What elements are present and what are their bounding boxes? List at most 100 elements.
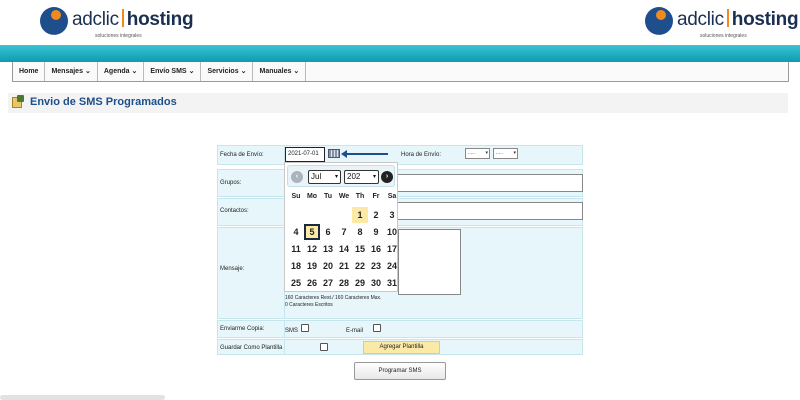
calendar-day[interactable]: 10 (384, 224, 400, 240)
plantilla-row: Guardar Como Plantilla Agregar Plantilla (217, 339, 583, 355)
grupos-label: Grupos: (220, 180, 242, 186)
grupos-input[interactable] (383, 174, 583, 192)
calendar-day[interactable]: 12 (304, 241, 320, 257)
year-select[interactable]: 202 ▾ (344, 170, 379, 184)
logo-mark-icon (40, 7, 68, 35)
page-title-bar: Envio de SMS Programados (8, 93, 788, 113)
month-select[interactable]: Jul ▾ (308, 170, 341, 184)
schedule-sms-button[interactable]: Programar SMS (354, 362, 446, 380)
chevron-down-icon: ▾ (513, 150, 516, 156)
chevron-down-icon: ⌄ (84, 68, 91, 75)
nav-item-servicios[interactable]: Servicios ⌄ (201, 62, 254, 81)
calendar-day[interactable]: 30 (368, 275, 384, 291)
calendar-day[interactable]: 28 (336, 275, 352, 291)
calendar-day[interactable]: 3 (384, 207, 400, 223)
next-month-icon[interactable]: › (381, 171, 393, 183)
calendar-day[interactable]: 31 (384, 275, 400, 291)
calendar-day[interactable]: 13 (320, 241, 336, 257)
logo-tagline: soluciones integrales (95, 33, 142, 39)
calendar-day[interactable]: 21 (336, 258, 352, 274)
copia-row: Enviarme Copia: SMS E-mail (217, 320, 583, 338)
calendar-day[interactable]: 17 (384, 241, 400, 257)
weekday-header: Sa (387, 193, 397, 200)
contactos-label: Contactos: (220, 208, 249, 214)
horizontal-scrollbar[interactable] (0, 395, 165, 400)
calendar-day[interactable]: 27 (320, 275, 336, 291)
calendar-day[interactable]: 29 (352, 275, 368, 291)
nav-item-env-o-sms[interactable]: Envío SMS ⌄ (144, 62, 202, 81)
weekday-header: Su (291, 193, 301, 200)
nav-item-mensajes[interactable]: Mensajes ⌄ (45, 62, 98, 81)
logo-wordmark: adclic hosting (72, 9, 194, 30)
hora-minute-select[interactable]: ..... ▾ (493, 148, 518, 159)
calendar-day[interactable]: 23 (368, 258, 384, 274)
calendar-day[interactable]: 4 (288, 224, 304, 240)
characters-written: 0 Caracteres Escritos (285, 302, 333, 308)
contactos-input[interactable] (383, 202, 583, 220)
save-template-checkbox[interactable] (320, 343, 328, 351)
calendar-day[interactable]: 9 (368, 224, 384, 240)
email-copy-checkbox[interactable] (373, 324, 381, 332)
calendar-day[interactable]: 11 (288, 241, 304, 257)
email-label: E-mail (346, 328, 364, 334)
nav-item-agenda[interactable]: Agenda ⌄ (98, 62, 145, 81)
logo-wordmark: adclic hosting (677, 9, 799, 30)
sms-copy-checkbox[interactable] (301, 324, 309, 332)
previous-month-icon[interactable]: ‹ (291, 171, 303, 183)
mensaje-label: Mensaje: (220, 266, 245, 272)
mensaje-textarea[interactable] (398, 229, 461, 295)
calendar-day[interactable]: 26 (304, 275, 320, 291)
calendar-day[interactable]: 2 (368, 207, 384, 223)
weekday-header: Th (355, 193, 365, 200)
calendar-day[interactable]: 1 (352, 207, 368, 223)
chevron-down-icon: ⌄ (293, 68, 300, 75)
calendar-day[interactable]: 24 (384, 258, 400, 274)
characters-remaining: 160 Caracteres Rest./ 160 Caracteres Max… (285, 295, 382, 301)
site-header: adclic hosting soluciones integrales adcl… (0, 0, 800, 45)
date-picker-header: ‹ Jul ▾ 202 ▾ › (287, 165, 395, 187)
chevron-down-icon: ⌄ (188, 68, 195, 75)
sms-document-icon (12, 95, 25, 108)
calendar-day[interactable]: 20 (320, 258, 336, 274)
fecha-label: Fecha de Envío: (220, 152, 264, 158)
calendar-day[interactable]: 6 (320, 224, 336, 240)
grupos-row: Grupos: (217, 169, 583, 197)
sms-schedule-form: Fecha de Envío: 2021-07-01 Hora de Envío… (217, 145, 583, 355)
hora-label: Hora de Envío: (401, 152, 442, 158)
chevron-down-icon: ▾ (485, 150, 488, 156)
nav-item-manuales[interactable]: Manuales ⌄ (253, 62, 307, 81)
nav-item-home[interactable]: Home (13, 62, 46, 81)
calendar-day[interactable]: 25 (288, 275, 304, 291)
calendar-day[interactable]: 22 (352, 258, 368, 274)
sms-label: SMS (285, 328, 299, 334)
hora-hour-select[interactable]: ..... ▾ (465, 148, 490, 159)
calendar-day[interactable]: 18 (288, 258, 304, 274)
add-template-button[interactable]: Agregar Plantilla (363, 341, 440, 354)
weekday-header: Mo (306, 193, 318, 200)
calendar-day[interactable]: 15 (352, 241, 368, 257)
plantilla-label: Guardar Como Plantilla (220, 345, 283, 351)
calendar-day[interactable]: 5 (304, 224, 320, 240)
fecha-row: Fecha de Envío: 2021-07-01 Hora de Envío… (217, 145, 583, 165)
chevron-down-icon: ▾ (334, 174, 338, 180)
main-nav: Home Mensajes ⌄ Agenda ⌄ Envío SMS ⌄ Servicios ⌄… (12, 62, 789, 82)
header-band (0, 45, 800, 62)
calendar-day[interactable]: 8 (352, 224, 368, 240)
date-picker-popup: ‹ Jul ▾ 202 ▾ › Su Mo Tu We Th Fr Sa 1 2 3 4 5 6 7 8 9 10 1… (284, 162, 398, 292)
chevron-down-icon: ⌄ (240, 68, 247, 75)
calendar-day[interactable]: 14 (336, 241, 352, 257)
mensaje-row: Mensaje: 160 Caracteres Rest./ 160 Carac… (217, 227, 583, 319)
fecha-input[interactable]: 2021-07-01 (285, 147, 325, 162)
weekday-header: Fr (372, 193, 380, 200)
calendar-day[interactable]: 7 (336, 224, 352, 240)
calendar-day[interactable]: 19 (304, 258, 320, 274)
chevron-down-icon: ⌄ (131, 68, 138, 75)
weekday-header: Tu (323, 193, 333, 200)
page-title: Envio de SMS Programados (30, 96, 177, 108)
calendar-icon[interactable] (328, 149, 340, 158)
weekday-header: We (338, 193, 350, 200)
chevron-down-icon: ▾ (372, 174, 376, 180)
calendar-day[interactable]: 16 (368, 241, 384, 257)
contactos-row: Contactos: (217, 198, 583, 226)
logo-mark-icon (645, 7, 673, 35)
